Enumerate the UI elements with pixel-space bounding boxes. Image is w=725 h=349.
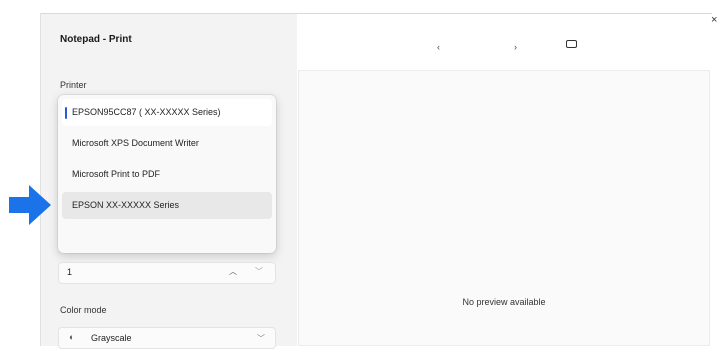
close-icon[interactable]: × (711, 15, 717, 26)
printer-label: Printer (60, 80, 87, 90)
print-preview-area: No preview available (298, 70, 710, 346)
color-mode-label: Color mode (60, 305, 107, 315)
printer-dropdown-list: EPSON95CC87 ( XX-XXXXX Series) Microsoft… (58, 95, 276, 253)
printer-option-label: Microsoft XPS Document Writer (72, 138, 199, 148)
printer-option[interactable]: Microsoft XPS Document Writer (62, 130, 272, 157)
chevron-up-icon[interactable]: ︿ (229, 266, 237, 277)
printer-option-label: EPSON XX-XXXXX Series (72, 200, 180, 210)
chevron-down-icon[interactable]: ﹀ (255, 266, 263, 277)
printer-option[interactable]: Microsoft Print to PDF (62, 161, 272, 188)
window-title: Notepad - Print (60, 34, 132, 45)
printer-option[interactable]: EPSON95CC87 ( XX-XXXXX Series) (62, 99, 272, 126)
arrow-right-icon (9, 185, 51, 225)
chevron-left-icon[interactable]: ‹ (437, 42, 440, 52)
color-mode-value: Grayscale (91, 333, 132, 343)
printer-option-label: EPSON95CC87 ( XX-XXXXX Series) (72, 107, 221, 117)
copies-value: 1 (67, 267, 73, 277)
grayscale-icon: ◐ (69, 332, 75, 342)
printer-option[interactable]: EPSON XX-XXXXX Series (62, 192, 272, 219)
fit-page-icon[interactable] (566, 40, 577, 48)
chevron-down-icon: ﹀ (257, 334, 265, 343)
printer-option-label: Microsoft Print to PDF (72, 169, 161, 179)
preview-status-text: No preview available (462, 297, 546, 307)
chevron-right-icon[interactable]: › (514, 42, 517, 52)
copies-stepper[interactable]: 1 ︿ ﹀ (58, 262, 276, 284)
selection-indicator (65, 107, 67, 119)
